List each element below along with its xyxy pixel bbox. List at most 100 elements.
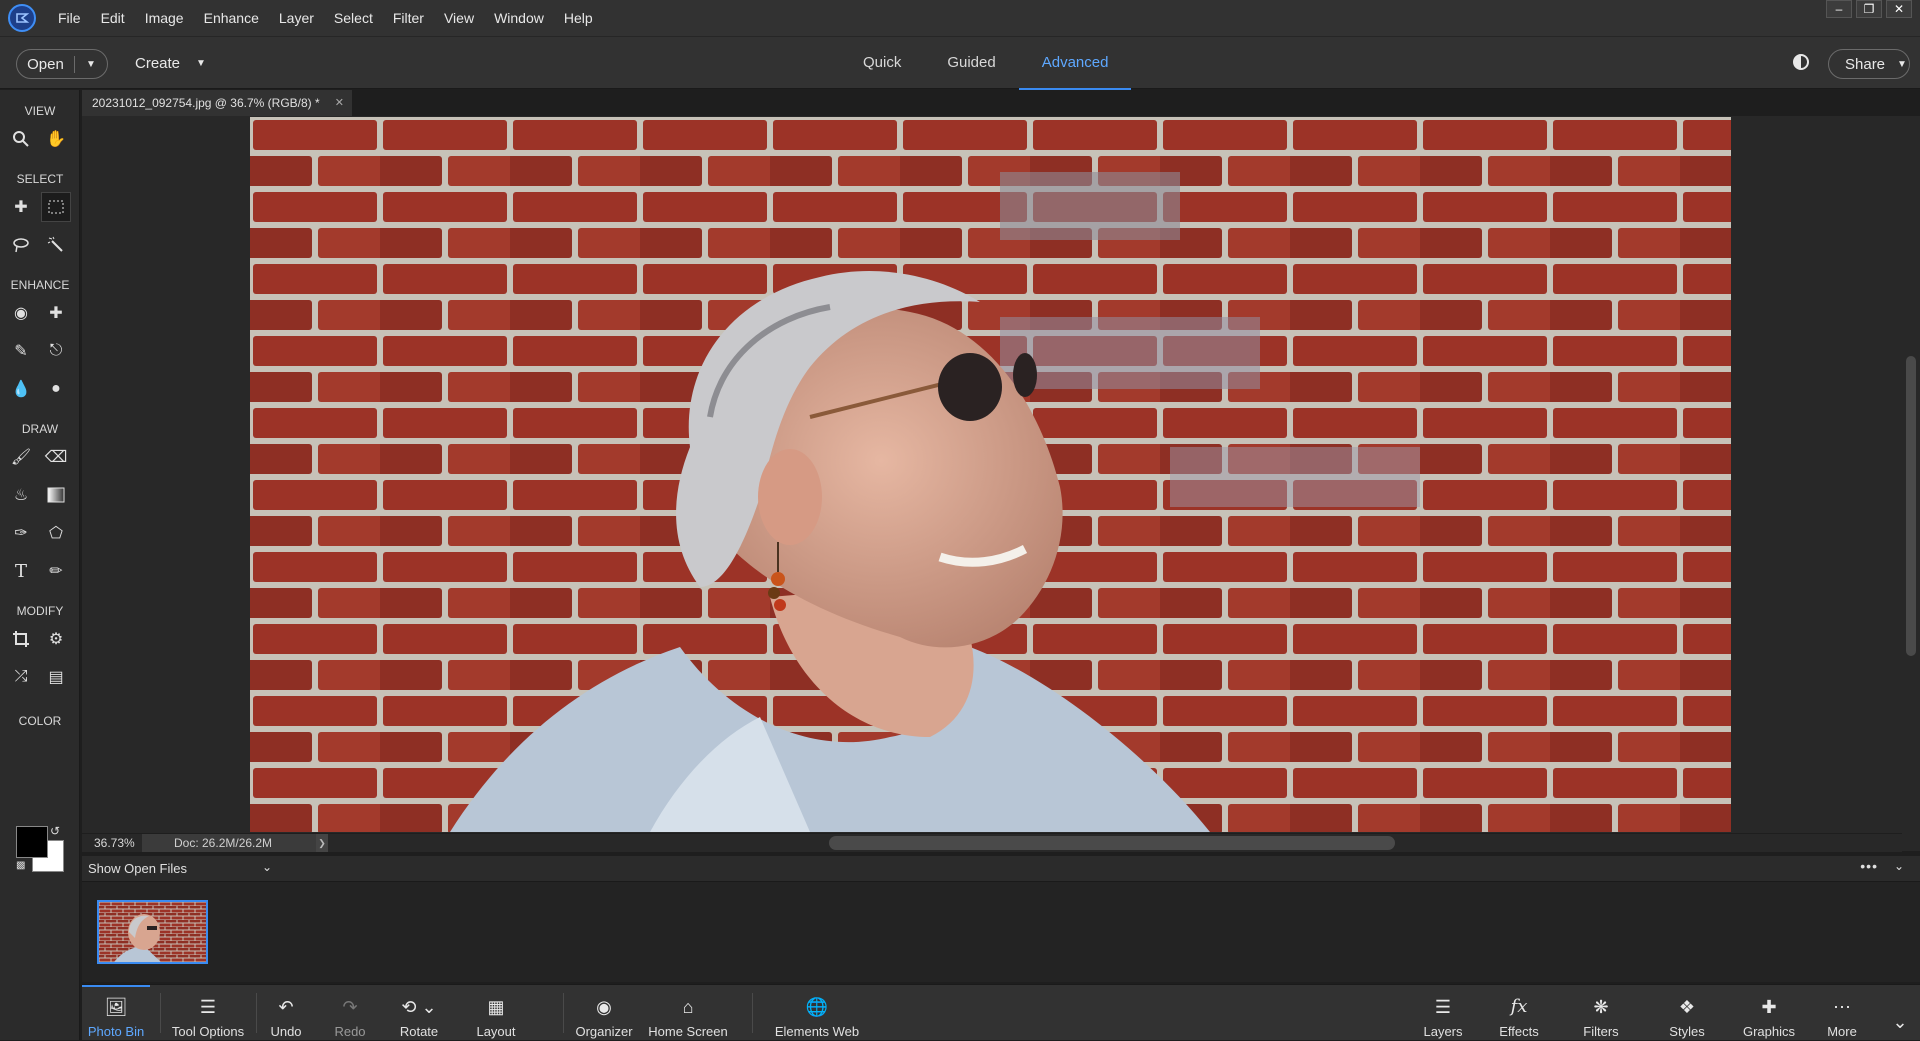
theme-contrast-icon[interactable] bbox=[1793, 54, 1809, 70]
paint-bucket-icon[interactable]: ♨ bbox=[6, 480, 36, 510]
share-button[interactable]: Share ▼ bbox=[1828, 49, 1910, 79]
quick-selection-tool-icon[interactable] bbox=[41, 230, 71, 260]
window-controls: – ❐ ✕ bbox=[1826, 0, 1912, 18]
close-icon[interactable]: ✕ bbox=[1886, 0, 1912, 18]
marquee-tool-icon[interactable] bbox=[41, 192, 71, 222]
status-menu-icon[interactable]: ❯ bbox=[316, 834, 328, 852]
vertical-scroll-thumb[interactable] bbox=[1906, 356, 1916, 656]
sponge-tool-icon[interactable]: ● bbox=[41, 374, 71, 404]
section-draw: DRAW bbox=[21, 422, 59, 436]
photo-bin-icon: 🖼 bbox=[104, 997, 128, 1017]
menu-enhance[interactable]: Enhance bbox=[194, 0, 269, 36]
rotate-label: Rotate bbox=[399, 1024, 439, 1039]
mode-tabs: Quick Guided Advanced bbox=[840, 37, 1132, 90]
document-image[interactable] bbox=[250, 117, 1731, 832]
pencil-tool-icon[interactable]: ✏ bbox=[41, 556, 71, 586]
zoom-tool-icon[interactable] bbox=[6, 124, 36, 154]
minimize-icon[interactable]: – bbox=[1826, 0, 1852, 18]
styles-button[interactable]: ❖ Styles bbox=[1662, 985, 1712, 1041]
brush-tool-icon[interactable]: 🖌 bbox=[6, 442, 36, 472]
menu-layer[interactable]: Layer bbox=[269, 0, 324, 36]
photo-bin-thumbnail[interactable] bbox=[97, 900, 208, 964]
undo-button[interactable]: ↶ Undo bbox=[266, 985, 306, 1041]
menu-view[interactable]: View bbox=[434, 0, 484, 36]
clone-stamp-icon[interactable]: ⎋ bbox=[41, 336, 71, 366]
bin-more-icon[interactable]: ••• bbox=[1860, 858, 1878, 874]
create-button[interactable]: Create bbox=[135, 55, 180, 72]
photo-bin-label: Photo Bin bbox=[87, 1024, 145, 1039]
straighten-tool-icon[interactable]: ▤ bbox=[41, 662, 71, 692]
content-aware-move-icon[interactable]: ⤮ bbox=[6, 662, 36, 692]
show-open-files-dropdown[interactable]: Show Open Files bbox=[88, 861, 187, 876]
app-logo-icon[interactable] bbox=[8, 4, 36, 32]
chevron-down-icon[interactable]: ⌄ bbox=[262, 860, 272, 874]
bottom-taskbar: 🖼 Photo Bin ☰ Tool Options ↶ Undo ↷ Redo… bbox=[82, 984, 1920, 1040]
menu-image[interactable]: Image bbox=[135, 0, 194, 36]
open-dropdown-icon[interactable]: ▼ bbox=[75, 59, 107, 70]
tool-options-button[interactable]: ☰ Tool Options bbox=[170, 985, 246, 1041]
healing-brush-icon[interactable]: ✚ bbox=[41, 298, 71, 328]
photo-bin-button[interactable]: 🖼 Photo Bin bbox=[82, 985, 150, 1041]
blur-tool-icon[interactable]: 💧 bbox=[6, 374, 36, 404]
menu-file[interactable]: File bbox=[48, 0, 91, 36]
more-button[interactable]: ⋯ More bbox=[1820, 985, 1864, 1041]
vertical-scrollbar[interactable] bbox=[1902, 116, 1920, 851]
graphics-label: Graphics bbox=[1742, 1024, 1796, 1039]
home-screen-button[interactable]: ⌂ Home Screen bbox=[648, 985, 728, 1041]
share-label: Share bbox=[1845, 55, 1886, 73]
tab-advanced[interactable]: Advanced bbox=[1018, 37, 1132, 90]
move-tool-icon[interactable]: ✚ bbox=[6, 192, 36, 222]
menu-window[interactable]: Window bbox=[484, 0, 554, 36]
share-dropdown-icon: ▼ bbox=[1897, 58, 1907, 70]
eyedropper-icon[interactable]: ✑ bbox=[6, 518, 36, 548]
swap-colors-icon[interactable]: ↺ bbox=[50, 824, 60, 838]
menu-bar: File Edit Image Enhance Layer Select Fil… bbox=[0, 0, 1920, 36]
rotate-button[interactable]: ⟲ ⌄ Rotate bbox=[392, 985, 446, 1041]
menu-edit[interactable]: Edit bbox=[91, 0, 135, 36]
crop-tool-icon[interactable] bbox=[6, 624, 36, 654]
default-colors-icon[interactable]: ▩ bbox=[16, 860, 25, 871]
layout-button[interactable]: ▦ Layout bbox=[472, 985, 520, 1041]
type-tool-icon[interactable]: T bbox=[6, 556, 36, 586]
effects-button[interactable]: fx Effects bbox=[1494, 985, 1544, 1041]
filters-icon: ❋ bbox=[1593, 997, 1609, 1017]
undo-icon: ↶ bbox=[278, 997, 294, 1017]
gradient-tool-icon[interactable] bbox=[41, 480, 71, 510]
close-document-icon[interactable]: ✕ bbox=[335, 90, 344, 116]
tab-guided[interactable]: Guided bbox=[924, 37, 1018, 90]
open-label[interactable]: Open bbox=[17, 55, 75, 73]
zoom-level[interactable]: 36.73% bbox=[94, 836, 135, 850]
layers-button[interactable]: ☰ Layers bbox=[1418, 985, 1468, 1041]
restore-icon[interactable]: ❐ bbox=[1856, 0, 1882, 18]
lasso-tool-icon[interactable] bbox=[6, 230, 36, 260]
menu-filter[interactable]: Filter bbox=[383, 0, 434, 36]
toolbox: VIEW ✋ SELECT ✚ ENHANCE ◉ ✚ ✎ ⎋ 💧 ● DRAW… bbox=[0, 90, 80, 1040]
smart-brush-icon[interactable]: ✎ bbox=[6, 336, 36, 366]
elements-web-button[interactable]: 🌐 Elements Web bbox=[774, 985, 860, 1041]
organizer-button[interactable]: ◉ Organizer bbox=[574, 985, 634, 1041]
organizer-icon: ◉ bbox=[596, 997, 612, 1017]
red-eye-tool-icon[interactable]: ◉ bbox=[6, 298, 36, 328]
menu-help[interactable]: Help bbox=[554, 0, 603, 36]
filters-button[interactable]: ❋ Filters bbox=[1576, 985, 1626, 1041]
graphics-button[interactable]: ✚ Graphics bbox=[1739, 985, 1799, 1041]
layout-icon: ▦ bbox=[487, 997, 505, 1017]
menu-select[interactable]: Select bbox=[324, 0, 383, 36]
horizontal-scroll-thumb[interactable] bbox=[829, 836, 1395, 850]
custom-shape-icon[interactable]: ⬠ bbox=[41, 518, 71, 548]
collapse-bin-icon[interactable]: ⌄ bbox=[1894, 859, 1904, 873]
section-view: VIEW bbox=[24, 104, 56, 118]
open-button[interactable]: Open ▼ bbox=[16, 49, 108, 79]
document-tab[interactable]: 20231012_092754.jpg @ 36.7% (RGB/8) * ✕ bbox=[82, 90, 352, 116]
tab-quick[interactable]: Quick bbox=[840, 37, 924, 90]
layers-icon: ☰ bbox=[1434, 997, 1452, 1017]
hand-tool-icon[interactable]: ✋ bbox=[41, 124, 71, 154]
taskbar-more-dropdown[interactable]: ⌄ bbox=[1890, 985, 1910, 1041]
redo-button[interactable]: ↷ Redo bbox=[330, 985, 370, 1041]
layers-label: Layers bbox=[1423, 1024, 1463, 1039]
recompose-tool-icon[interactable]: ⚙ bbox=[41, 624, 71, 654]
foreground-color-swatch[interactable] bbox=[16, 826, 48, 858]
create-dropdown-icon[interactable]: ▼ bbox=[196, 58, 206, 69]
eraser-tool-icon[interactable]: ⌫ bbox=[41, 442, 71, 472]
globe-icon: 🌐 bbox=[805, 997, 829, 1017]
